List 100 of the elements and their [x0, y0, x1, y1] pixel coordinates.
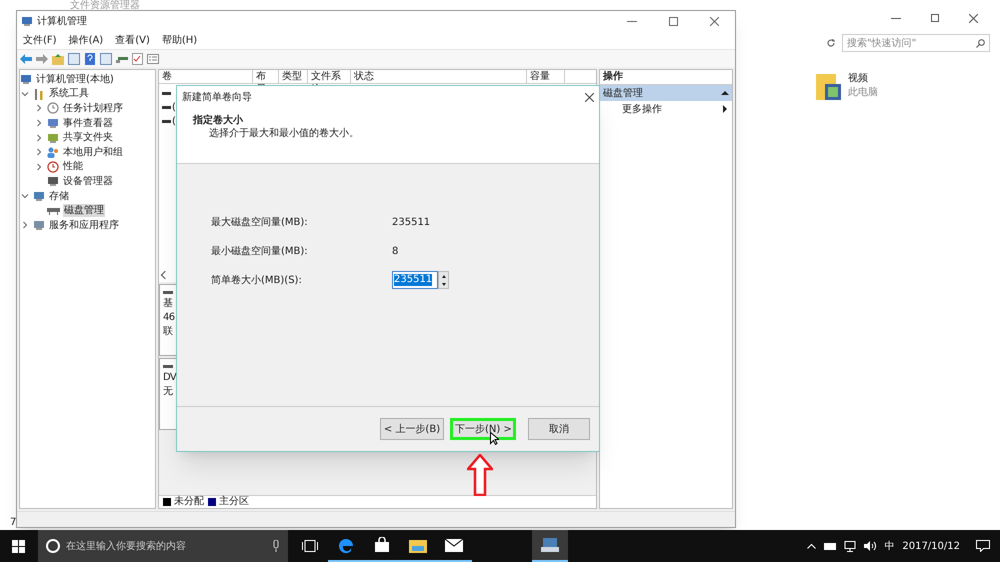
tree-item[interactable]: 计算机管理(本地) — [35, 72, 115, 86]
legend-label: 主分区 — [219, 497, 249, 507]
table-cell-text: ( — [172, 100, 176, 114]
item-name[interactable]: 视频 — [848, 72, 878, 86]
panel-icon[interactable] — [100, 52, 112, 64]
section-header[interactable]: 磁盘管理 — [600, 85, 732, 101]
panel-icon[interactable] — [68, 52, 80, 64]
search-field[interactable]: 搜索"快速访问" — [842, 34, 990, 52]
notification-icon[interactable] — [976, 540, 990, 552]
step-description: 选择介于最大和最小值的卷大小。 — [208, 127, 360, 140]
users-icon — [47, 146, 59, 158]
input-method-indicator[interactable]: 中 — [884, 538, 894, 554]
expand-icon[interactable] — [35, 134, 43, 142]
tree-item[interactable]: 磁盘管理 — [63, 204, 105, 218]
column-header[interactable]: 容量 — [527, 70, 565, 83]
wizard-button[interactable]: < 上一步(B) — [380, 418, 444, 440]
volume-icon — [162, 120, 171, 122]
expand-icon[interactable] — [35, 162, 43, 171]
battery-icon[interactable] — [824, 542, 836, 550]
expand-icon[interactable] — [35, 119, 43, 128]
back-arrow-icon[interactable] — [20, 54, 32, 64]
expand-icon[interactable] — [21, 221, 29, 230]
close-icon[interactable] — [585, 92, 594, 102]
menu-item[interactable]: 查看(V) — [115, 32, 150, 48]
wizard-button[interactable]: 下一步(N) > — [450, 418, 516, 440]
device-icon — [47, 175, 59, 188]
tree-item[interactable]: 任务计划程序 — [62, 102, 124, 115]
browser-icon — [337, 536, 355, 554]
clock-icon — [47, 102, 59, 114]
taskbar-search-field[interactable]: 在这里输入你要搜索的内容 — [38, 530, 288, 562]
field-label: 简单卷大小(MB)(S): — [211, 274, 303, 288]
task-view-icon[interactable] — [302, 540, 318, 552]
collapse-icon[interactable] — [21, 90, 29, 98]
tree-item[interactable]: 设备管理器 — [62, 174, 114, 188]
status-text: 7 — [10, 518, 16, 528]
video-folder-icon[interactable] — [816, 72, 842, 102]
gauge-icon — [47, 160, 59, 173]
mail-icon — [445, 538, 463, 552]
folder-icon — [409, 538, 427, 552]
network-icon[interactable] — [844, 540, 856, 552]
column-header[interactable]: 状态 — [351, 70, 527, 83]
submenu-icon — [723, 105, 727, 113]
tree-item[interactable]: 共享文件夹 — [62, 131, 114, 144]
properties-icon[interactable] — [147, 54, 159, 64]
restore-icon[interactable] — [931, 14, 939, 22]
taskbar-date[interactable]: 2017/10/12 — [902, 538, 960, 554]
dialog-title: 新建简单卷向导 — [182, 90, 252, 104]
table-cell-text: ( — [172, 114, 176, 128]
tree-item[interactable]: 性能 — [62, 160, 84, 174]
spin-buttons[interactable] — [438, 271, 449, 289]
chevron-up-icon[interactable] — [807, 543, 816, 549]
mouse-cursor-icon — [490, 432, 499, 445]
minimize-icon[interactable] — [627, 20, 637, 22]
windows-start-icon[interactable] — [12, 540, 25, 552]
volume-icon[interactable] — [864, 541, 876, 551]
size-input[interactable]: 235511 — [392, 271, 438, 289]
menu-item[interactable]: 文件(F) — [23, 32, 57, 48]
column-header[interactable]: 文件系 — [308, 70, 351, 83]
cortana-icon — [46, 539, 60, 553]
menu-item[interactable]: 操作(A) — [68, 32, 104, 48]
column-header[interactable]: 卷 — [159, 70, 253, 83]
expand-icon[interactable] — [35, 148, 43, 156]
volume-icon — [162, 106, 171, 108]
disk-info-text: DV — [163, 371, 176, 385]
collapse-icon — [721, 91, 729, 95]
field-label: 最小磁盘空间量(MB): — [211, 244, 309, 258]
action-item[interactable]: 更多操作 — [600, 101, 732, 117]
maximize-icon[interactable] — [669, 16, 678, 26]
menu-item[interactable]: 帮助(H) — [162, 32, 198, 48]
close-icon[interactable] — [710, 16, 719, 26]
item-location: 此电脑 — [848, 86, 878, 100]
tree-item[interactable]: 事件查看器 — [62, 116, 114, 130]
collapse-icon[interactable] — [21, 192, 29, 200]
help-icon[interactable] — [84, 52, 96, 64]
tree-item[interactable]: 服务和应用程序 — [48, 218, 120, 232]
field-value: 235511 — [392, 216, 430, 230]
disk-info-text: 联 — [163, 325, 172, 339]
storage-icon — [33, 190, 45, 202]
disk-info-text: 基 — [163, 297, 172, 311]
close-icon[interactable] — [969, 14, 978, 22]
folder-up-icon[interactable] — [52, 52, 64, 64]
taskbar-app[interactable] — [532, 530, 568, 562]
disk-info-text: 无 — [163, 385, 172, 399]
forward-arrow-icon[interactable] — [36, 54, 48, 64]
computer-icon — [20, 73, 32, 86]
tools-icon — [33, 88, 45, 100]
shopping-bag-icon — [374, 537, 390, 553]
expand-icon[interactable] — [35, 104, 43, 112]
step-heading: 指定卷大小 — [192, 114, 244, 127]
refresh-icon[interactable] — [826, 38, 836, 48]
column-header[interactable]: 布 — [253, 70, 279, 83]
tree-item[interactable]: 系统工具 — [48, 87, 90, 100]
computer-icon — [541, 537, 559, 553]
tree-item[interactable]: 存储 — [48, 190, 70, 203]
tree-item[interactable]: 本地用户和组 — [62, 146, 124, 159]
wizard-button[interactable]: 取消 — [528, 418, 590, 440]
search-icon — [976, 38, 985, 48]
column-header[interactable]: 类型 — [279, 70, 308, 83]
disk-drive-icon — [47, 206, 60, 215]
checklist-icon[interactable] — [132, 52, 143, 64]
